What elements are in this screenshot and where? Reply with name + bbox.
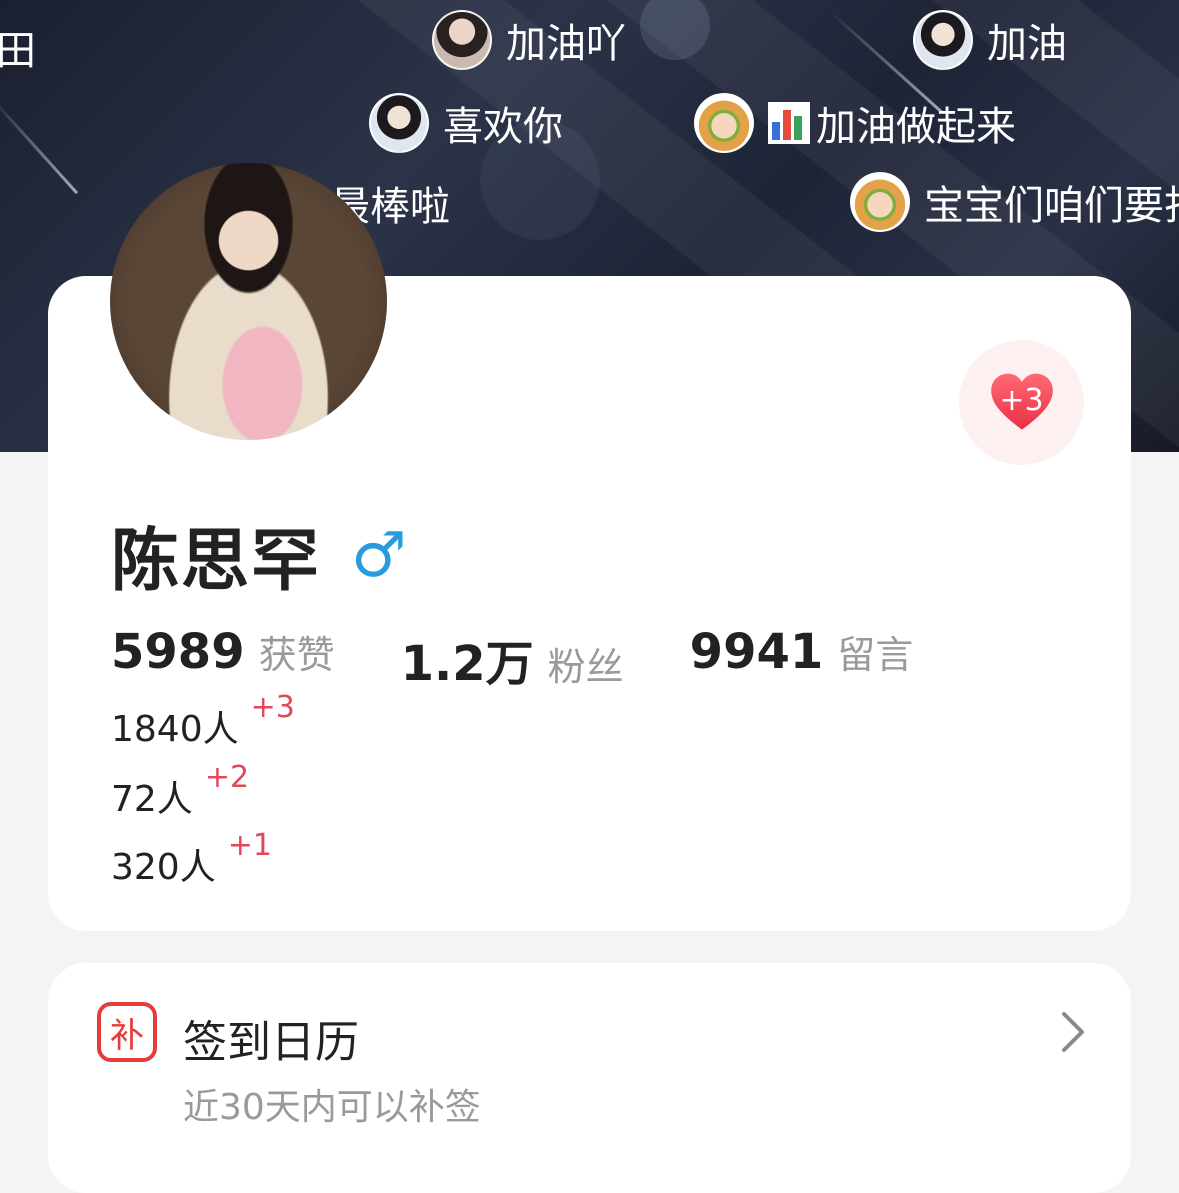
sub-count-row: 1840人 +3 [111,690,295,752]
danmu-text: 加油吖 [506,21,626,67]
bar-chart-emoji-icon [768,102,810,144]
sub-count-text: 72人 [111,779,193,820]
burger-avatar [694,93,754,153]
danmu-item: 加油 [913,10,1067,70]
danmu-item: 宝宝们咱们要打 [850,172,1179,232]
stat-value: 9941 [689,624,824,680]
stat-label: 留言 [837,633,914,677]
stat-label: 获赞 [258,633,335,677]
danmu-item: 喜欢你 [369,93,563,153]
stats-row: 5989 获赞 1.2万 粉丝 9941 留言 [111,624,979,694]
sub-count-plus: +2 [204,760,250,795]
sub-count-row: 320人 +1 [111,828,272,890]
sub-count-row: 72人 +2 [111,760,249,822]
danmu-item: 加油吖 [432,10,626,70]
danmu-text: 宝宝们咱们要打 [924,183,1179,229]
sub-count-text: 320人 [111,847,216,888]
sub-count-plus: +3 [250,690,295,725]
stat-value: 1.2万 [400,636,534,692]
like-count: +3 [999,383,1044,418]
danmu-text: 加油做起来 [816,104,1016,150]
name-row: 陈思罕 ♂ [111,505,407,604]
danmu-item: 加油做起来 [694,93,1016,153]
danmu-text: 田 [0,28,36,74]
makeup-checkin-icon-char: 补 [110,1015,144,1056]
profile-avatar[interactable] [110,163,387,440]
stat-label: 粉丝 [547,645,624,689]
sub-count-text: 1840人 [111,709,239,750]
chevron-right-icon[interactable] [1052,1010,1092,1054]
like-button[interactable]: +3 [959,340,1084,465]
boy-avatar [432,10,492,70]
stat-comments[interactable]: 9941 留言 [690,624,914,694]
male-gender-icon: ♂ [351,518,407,591]
banner-streak [0,95,79,195]
boy-avatar [913,10,973,70]
sub-count-plus: +1 [227,828,272,863]
checkin-calendar-title: 签到日历 [183,1017,359,1068]
danmu-text: 加油 [987,21,1067,67]
stat-value: 5989 [111,624,245,680]
stat-likes[interactable]: 5989 获赞 [111,624,335,694]
danmu-item: 田 [0,18,36,76]
burger-avatar [850,172,910,232]
boy-avatar [369,93,429,153]
stat-fans[interactable]: 1.2万 粉丝 [401,624,624,694]
danmu-text: 喜欢你 [443,104,563,150]
checkin-calendar-subtitle: 近30天内可以补签 [183,1087,481,1128]
user-name: 陈思罕 [111,522,322,601]
makeup-checkin-icon: 补 [97,1002,157,1062]
